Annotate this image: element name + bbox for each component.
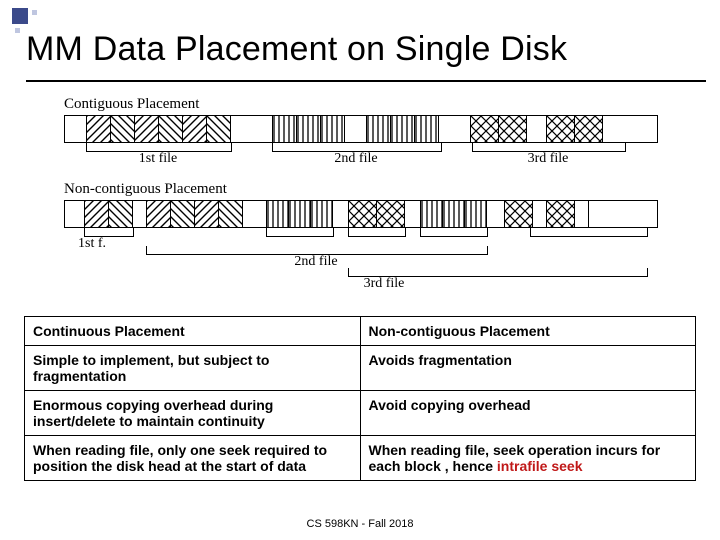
table-cell: Simple to implement, but subject to frag… [25,346,361,391]
contiguous-brackets: 1st file 2nd file 3rd file [64,143,656,171]
slide-title: MM Data Placement on Single Disk [26,30,567,69]
table-cell: Avoids fragmentation [360,346,696,391]
placement-diagram: Contiguous Placement [64,96,656,296]
intrafile-seek-text: intrafile seek [497,458,583,474]
comparison-table: Continuous Placement Non-contiguous Plac… [24,316,696,481]
bracket-label: 3rd file [214,276,554,292]
table-cell: When reading file, seek operation incurs… [360,436,696,481]
table-cell: Avoid copying overhead [360,391,696,436]
slide-footer: CS 598KN - Fall 2018 [0,518,720,530]
noncontiguous-strip [64,200,658,228]
title-rule [26,80,706,82]
table-row: Enormous copying overhead during insert/… [25,391,696,436]
bracket-label: 2nd file [272,151,440,167]
noncontig-brackets-row1: 1st f. [64,228,656,248]
noncontig-brackets-row3: 3rd file [64,274,656,296]
table-cell: When reading file, only one seek require… [25,436,361,481]
noncontiguous-label: Non-contiguous Placement [64,181,656,198]
slide: MM Data Placement on Single Disk Contigu… [0,0,720,540]
bracket-label: 3rd file [472,151,624,167]
table-header: Non-contiguous Placement [360,317,696,346]
table-header-row: Continuous Placement Non-contiguous Plac… [25,317,696,346]
table-row: When reading file, only one seek require… [25,436,696,481]
contiguous-strip [64,115,658,143]
table-cell: Enormous copying overhead during insert/… [25,391,361,436]
contiguous-label: Contiguous Placement [64,96,656,113]
bracket-label: 1st file [86,151,230,167]
table-header: Continuous Placement [25,317,361,346]
table-row: Simple to implement, but subject to frag… [25,346,696,391]
